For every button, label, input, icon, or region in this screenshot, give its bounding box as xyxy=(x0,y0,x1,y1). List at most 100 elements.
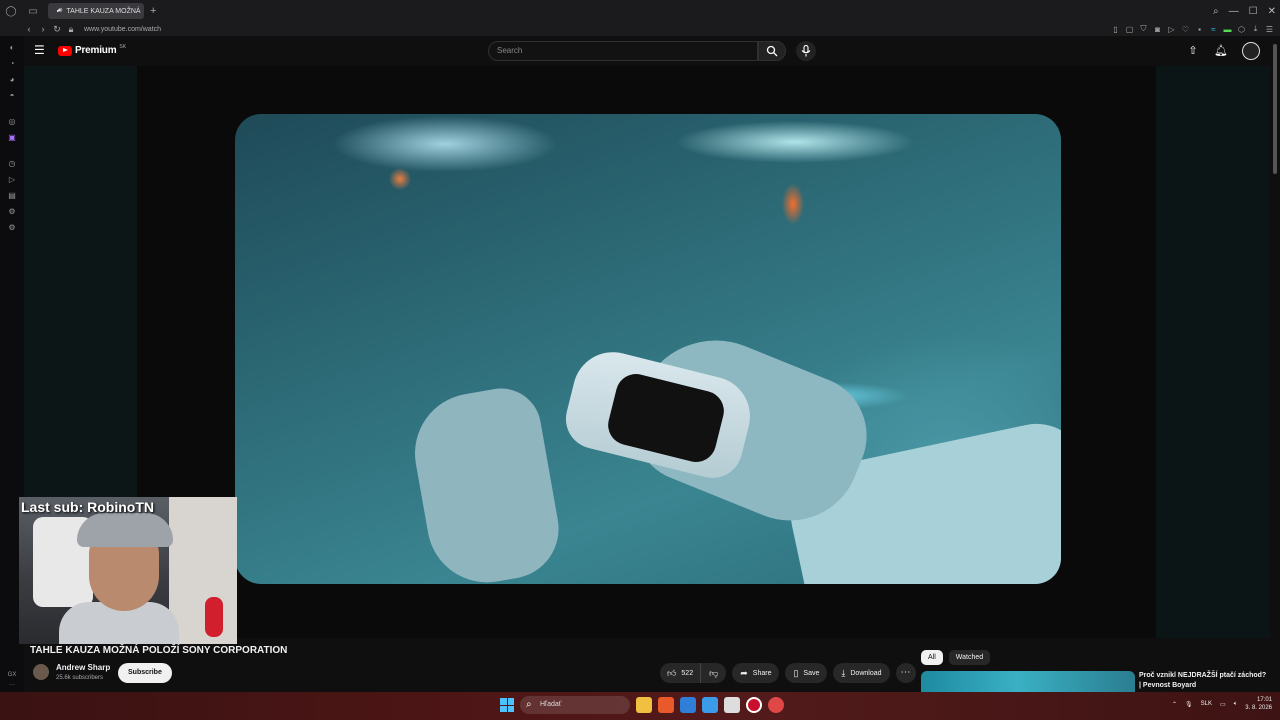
logo-country: SK xyxy=(119,43,127,50)
new-tab-button[interactable]: + xyxy=(150,5,156,17)
puzzle-icon[interactable]: ⬡ xyxy=(1237,25,1246,34)
gx-corner-icon[interactable]: ◎ xyxy=(7,117,17,127)
file-explorer-icon[interactable] xyxy=(636,697,652,713)
lock-icon: 🔒︎ xyxy=(68,23,74,34)
gx-label: GX xyxy=(7,672,17,678)
more-actions-button[interactable]: ⋯ xyxy=(895,663,916,683)
thumbs-up-icon: 👍︎ xyxy=(667,667,677,678)
shield-icon[interactable]: ⛉ xyxy=(1139,24,1148,34)
mic-tray-icon[interactable]: 🎙︎ xyxy=(1185,701,1193,708)
webcam-overlay: Last sub: RobinoTN xyxy=(19,497,237,644)
camera-icon[interactable]: ◙ xyxy=(1153,25,1162,34)
channel-name[interactable]: Andrew Sharp xyxy=(56,663,110,672)
extension-icon[interactable]: ▪ xyxy=(1195,25,1204,34)
brave-icon[interactable] xyxy=(658,697,674,713)
share-button[interactable]: ➦ Share xyxy=(732,663,780,683)
video-actions: 👍︎ 522 👎︎ ➦ Share ▯ Save ⤓ Download ⋯ xyxy=(660,663,916,683)
video-player[interactable] xyxy=(137,66,1156,638)
chip-all[interactable]: All xyxy=(921,650,943,665)
messenger-icon[interactable]: ◔ xyxy=(7,59,17,69)
last-sub-label: Last sub: RobinoTN xyxy=(21,499,154,515)
twitch-icon[interactable]: ▣ xyxy=(7,133,17,143)
bookmark-icon: ▯ xyxy=(793,667,799,678)
back-button[interactable]: ‹ xyxy=(22,24,36,34)
workspaces-icon[interactable]: ▭ xyxy=(22,0,44,22)
minimize-button[interactable]: — xyxy=(1229,6,1239,17)
player-icon[interactable]: ▷ xyxy=(7,175,17,185)
search-tabs-icon[interactable]: ⌕ xyxy=(1213,6,1219,17)
play-icon[interactable]: ▷ xyxy=(1167,25,1176,34)
system-tray: ⌃ 🎙︎ SLK ▭ 🔈︎ 17:01 3. 8. 2026 xyxy=(1172,696,1272,712)
more-icon[interactable]: ··· xyxy=(8,680,17,690)
maximize-button[interactable]: ☐ xyxy=(1249,6,1258,17)
reload-button[interactable]: ↻ xyxy=(50,24,64,35)
extension-icon[interactable]: ▬ xyxy=(1223,25,1232,34)
like-dislike-group: 👍︎ 522 👎︎ xyxy=(660,663,727,683)
window-controls: ⌕ — ☐ ✕ xyxy=(1213,0,1276,22)
whatsapp-icon[interactable]: ◕ xyxy=(7,75,17,85)
extension-icon[interactable]: ≈ xyxy=(1209,25,1218,34)
download-button[interactable]: ⤓ Download xyxy=(833,663,890,683)
discord-icon[interactable]: ◓ xyxy=(7,91,17,101)
account-avatar[interactable] xyxy=(1242,42,1260,60)
extension-icon[interactable]: ▯ xyxy=(1111,25,1120,34)
calendar-icon[interactable] xyxy=(724,697,740,713)
menu-icon[interactable]: ☰ xyxy=(1265,25,1274,34)
app-icon[interactable] xyxy=(680,697,696,713)
settings-icon[interactable]: ⚙︎ xyxy=(7,223,17,233)
url-field[interactable]: www.youtube.com/watch xyxy=(84,26,161,33)
control-icon[interactable]: ◐ xyxy=(7,43,17,53)
address-bar: ‹ › ↻ 🔒︎ www.youtube.com/watch ▯ ▢ ⛉ ◙ ▷… xyxy=(0,22,1280,36)
network-icon[interactable]: ▭ xyxy=(1220,701,1226,708)
download-icon[interactable]: ⤓ xyxy=(1251,24,1260,34)
opera-gx-logo-icon[interactable]: ◯ xyxy=(0,0,22,22)
opera-gx-icon[interactable] xyxy=(746,697,762,713)
subscribe-button[interactable]: Subscribe xyxy=(118,663,172,683)
history-icon[interactable]: ◷ xyxy=(7,159,17,169)
youtube-logo[interactable]: Premium SK xyxy=(58,43,127,56)
search-button[interactable] xyxy=(758,41,786,61)
video-scene-left-hand xyxy=(405,382,567,584)
language-indicator[interactable]: SLK xyxy=(1201,701,1212,707)
extensions-icon[interactable]: ⚙︎ xyxy=(7,207,17,217)
like-button[interactable]: 👍︎ 522 xyxy=(660,663,702,683)
page-scrollbar[interactable] xyxy=(1270,36,1280,692)
bookmarks-icon[interactable]: ▤ xyxy=(7,191,17,201)
video-frame xyxy=(235,114,1061,584)
related-video-thumbnail[interactable] xyxy=(921,671,1135,692)
header-actions: ⇧ 🔔︎ xyxy=(1186,42,1260,60)
scrollbar-thumb[interactable] xyxy=(1273,44,1277,174)
upload-icon[interactable]: ⇧ xyxy=(1186,42,1200,60)
download-label: Download xyxy=(850,669,882,677)
extension-icon[interactable]: ▢ xyxy=(1125,25,1134,34)
tab-title: TAHLE KAUZA MOŽNÁ xyxy=(66,7,141,15)
save-button[interactable]: ▯ Save xyxy=(785,663,828,683)
store-icon[interactable] xyxy=(702,697,718,713)
volume-icon[interactable]: 🔈︎ xyxy=(1234,701,1238,708)
search-input[interactable]: Search xyxy=(488,41,758,61)
windows-start-icon[interactable] xyxy=(500,698,514,712)
taskbar-apps: Hľadať xyxy=(500,696,784,714)
hamburger-menu-icon[interactable]: ☰ xyxy=(34,44,46,56)
notifications-bell-icon[interactable]: 🔔︎ xyxy=(1214,42,1228,60)
clock[interactable]: 17:01 3. 8. 2026 xyxy=(1245,696,1272,712)
tray-chevron-icon[interactable]: ⌃ xyxy=(1172,701,1177,708)
channel-avatar[interactable] xyxy=(33,664,49,680)
taskbar-search[interactable]: Hľadať xyxy=(520,696,630,714)
save-label: Save xyxy=(803,669,820,677)
close-button[interactable]: ✕ xyxy=(1268,6,1276,17)
logo-text: Premium xyxy=(75,45,117,56)
app-icon[interactable] xyxy=(768,697,784,713)
share-icon: ➦ xyxy=(740,667,748,678)
related-video-title[interactable]: Proč vznikl NEJDRAŽŠÍ ptačí záchod? | Pe… xyxy=(1139,671,1269,691)
forward-button[interactable]: › xyxy=(36,24,50,34)
windows-taskbar: Hľadať ⌃ 🎙︎ SLK ▭ 🔈︎ 17:01 3. 8. 2026 xyxy=(0,692,1280,720)
related-filter-chips: All Watched xyxy=(921,650,991,665)
voice-search-button[interactable] xyxy=(796,41,816,61)
chip-watched[interactable]: Watched xyxy=(948,650,991,665)
microphone-icon xyxy=(801,44,811,57)
heart-icon[interactable]: ♡ xyxy=(1181,25,1190,34)
dislike-button[interactable]: 👎︎ xyxy=(701,663,726,683)
browser-tab-youtube[interactable]: 🔊︎ TAHLE KAUZA MOŽNÁ xyxy=(48,3,144,19)
microphone xyxy=(205,597,223,637)
